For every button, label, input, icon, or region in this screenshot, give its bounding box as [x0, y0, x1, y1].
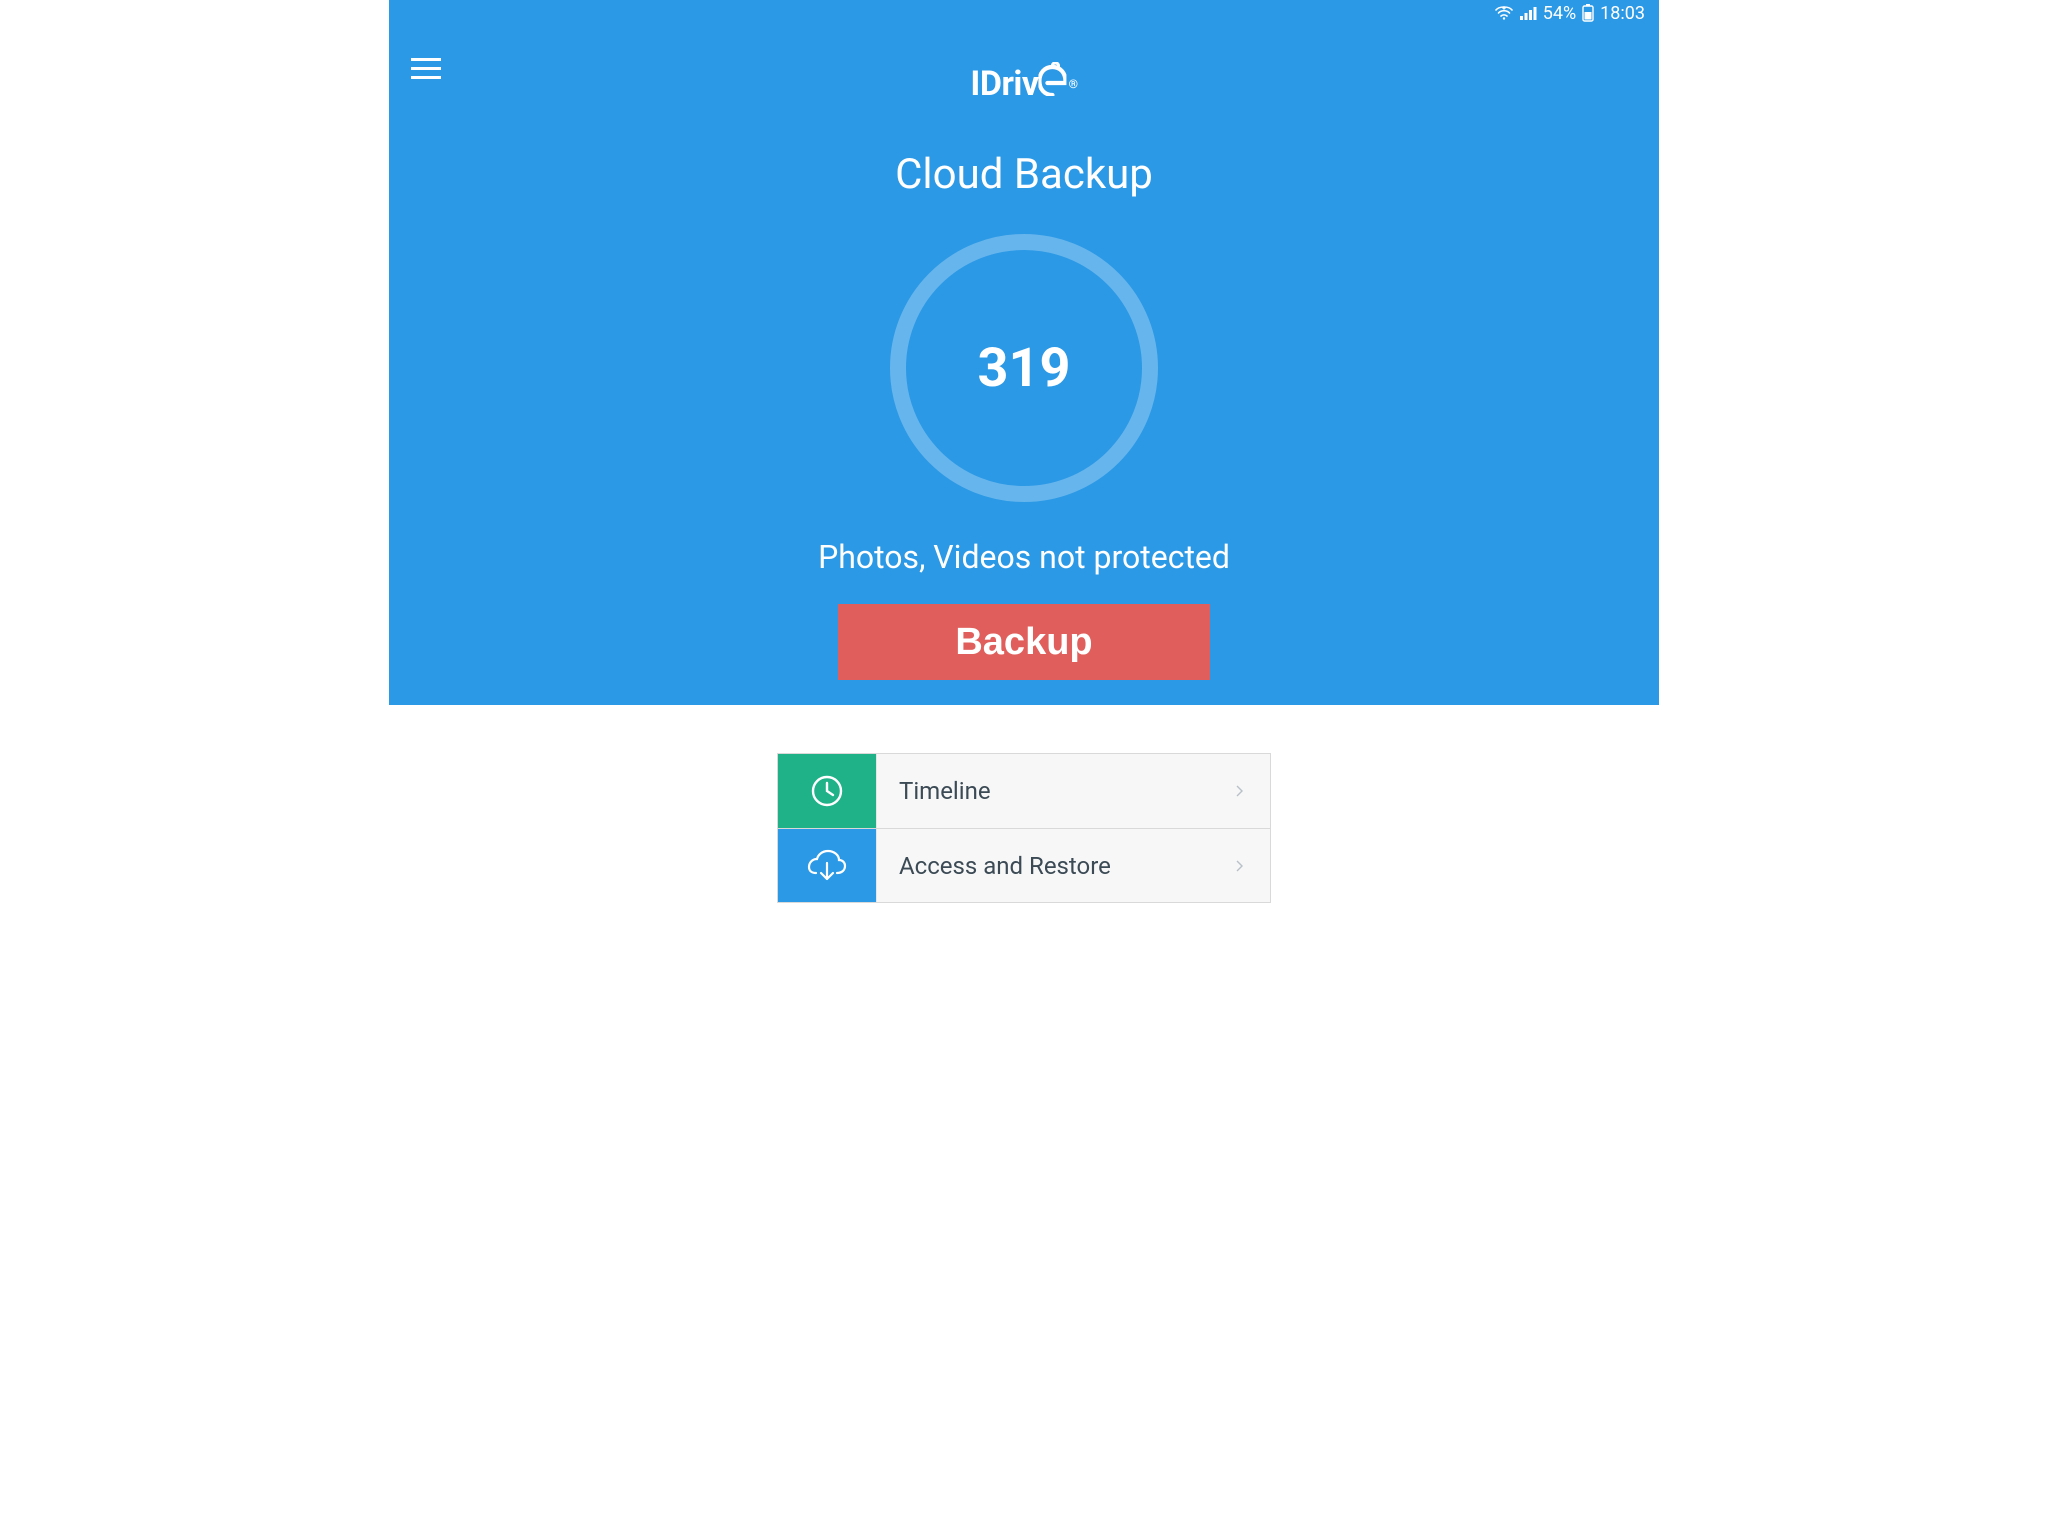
- status-bar: 54% 18:03: [1495, 0, 1645, 26]
- status-text: Photos, Videos not protected: [389, 538, 1659, 576]
- logo-text-part: IDriv: [970, 64, 1038, 104]
- chevron-right-icon: [1210, 754, 1270, 828]
- menu-item-access-restore[interactable]: Access and Restore: [778, 828, 1270, 902]
- hero-section: 54% 18:03 IDriv: [389, 0, 1659, 705]
- chevron-right-icon: [1210, 829, 1270, 902]
- menu-button[interactable]: [411, 58, 441, 80]
- clock-icon: [778, 754, 876, 828]
- backup-button-label: Backup: [955, 621, 1092, 664]
- backup-button[interactable]: Backup: [838, 604, 1210, 680]
- logo-registered-mark: ®: [1069, 77, 1078, 91]
- menu-section: Timeline Access and Restore: [389, 753, 1659, 903]
- battery-icon: [1582, 4, 1594, 22]
- page-title: Cloud Backup: [389, 150, 1659, 199]
- app-logo: IDriv ®: [970, 62, 1077, 105]
- hamburger-icon: [411, 58, 441, 80]
- signal-icon: [1519, 5, 1537, 21]
- menu-list: Timeline Access and Restore: [777, 753, 1271, 903]
- unprotected-count: 319: [884, 228, 1164, 508]
- progress-ring: 319: [884, 228, 1164, 508]
- wifi-icon: [1495, 5, 1513, 21]
- logo-e-icon: [1039, 62, 1067, 105]
- app-screen: 54% 18:03 IDriv: [389, 0, 1659, 954]
- menu-item-timeline[interactable]: Timeline: [778, 754, 1270, 828]
- cloud-download-icon: [778, 829, 876, 902]
- battery-percent-label: 54%: [1543, 3, 1576, 24]
- clock-label: 18:03: [1600, 3, 1645, 24]
- menu-item-label: Access and Restore: [876, 829, 1210, 902]
- menu-item-label: Timeline: [876, 754, 1210, 828]
